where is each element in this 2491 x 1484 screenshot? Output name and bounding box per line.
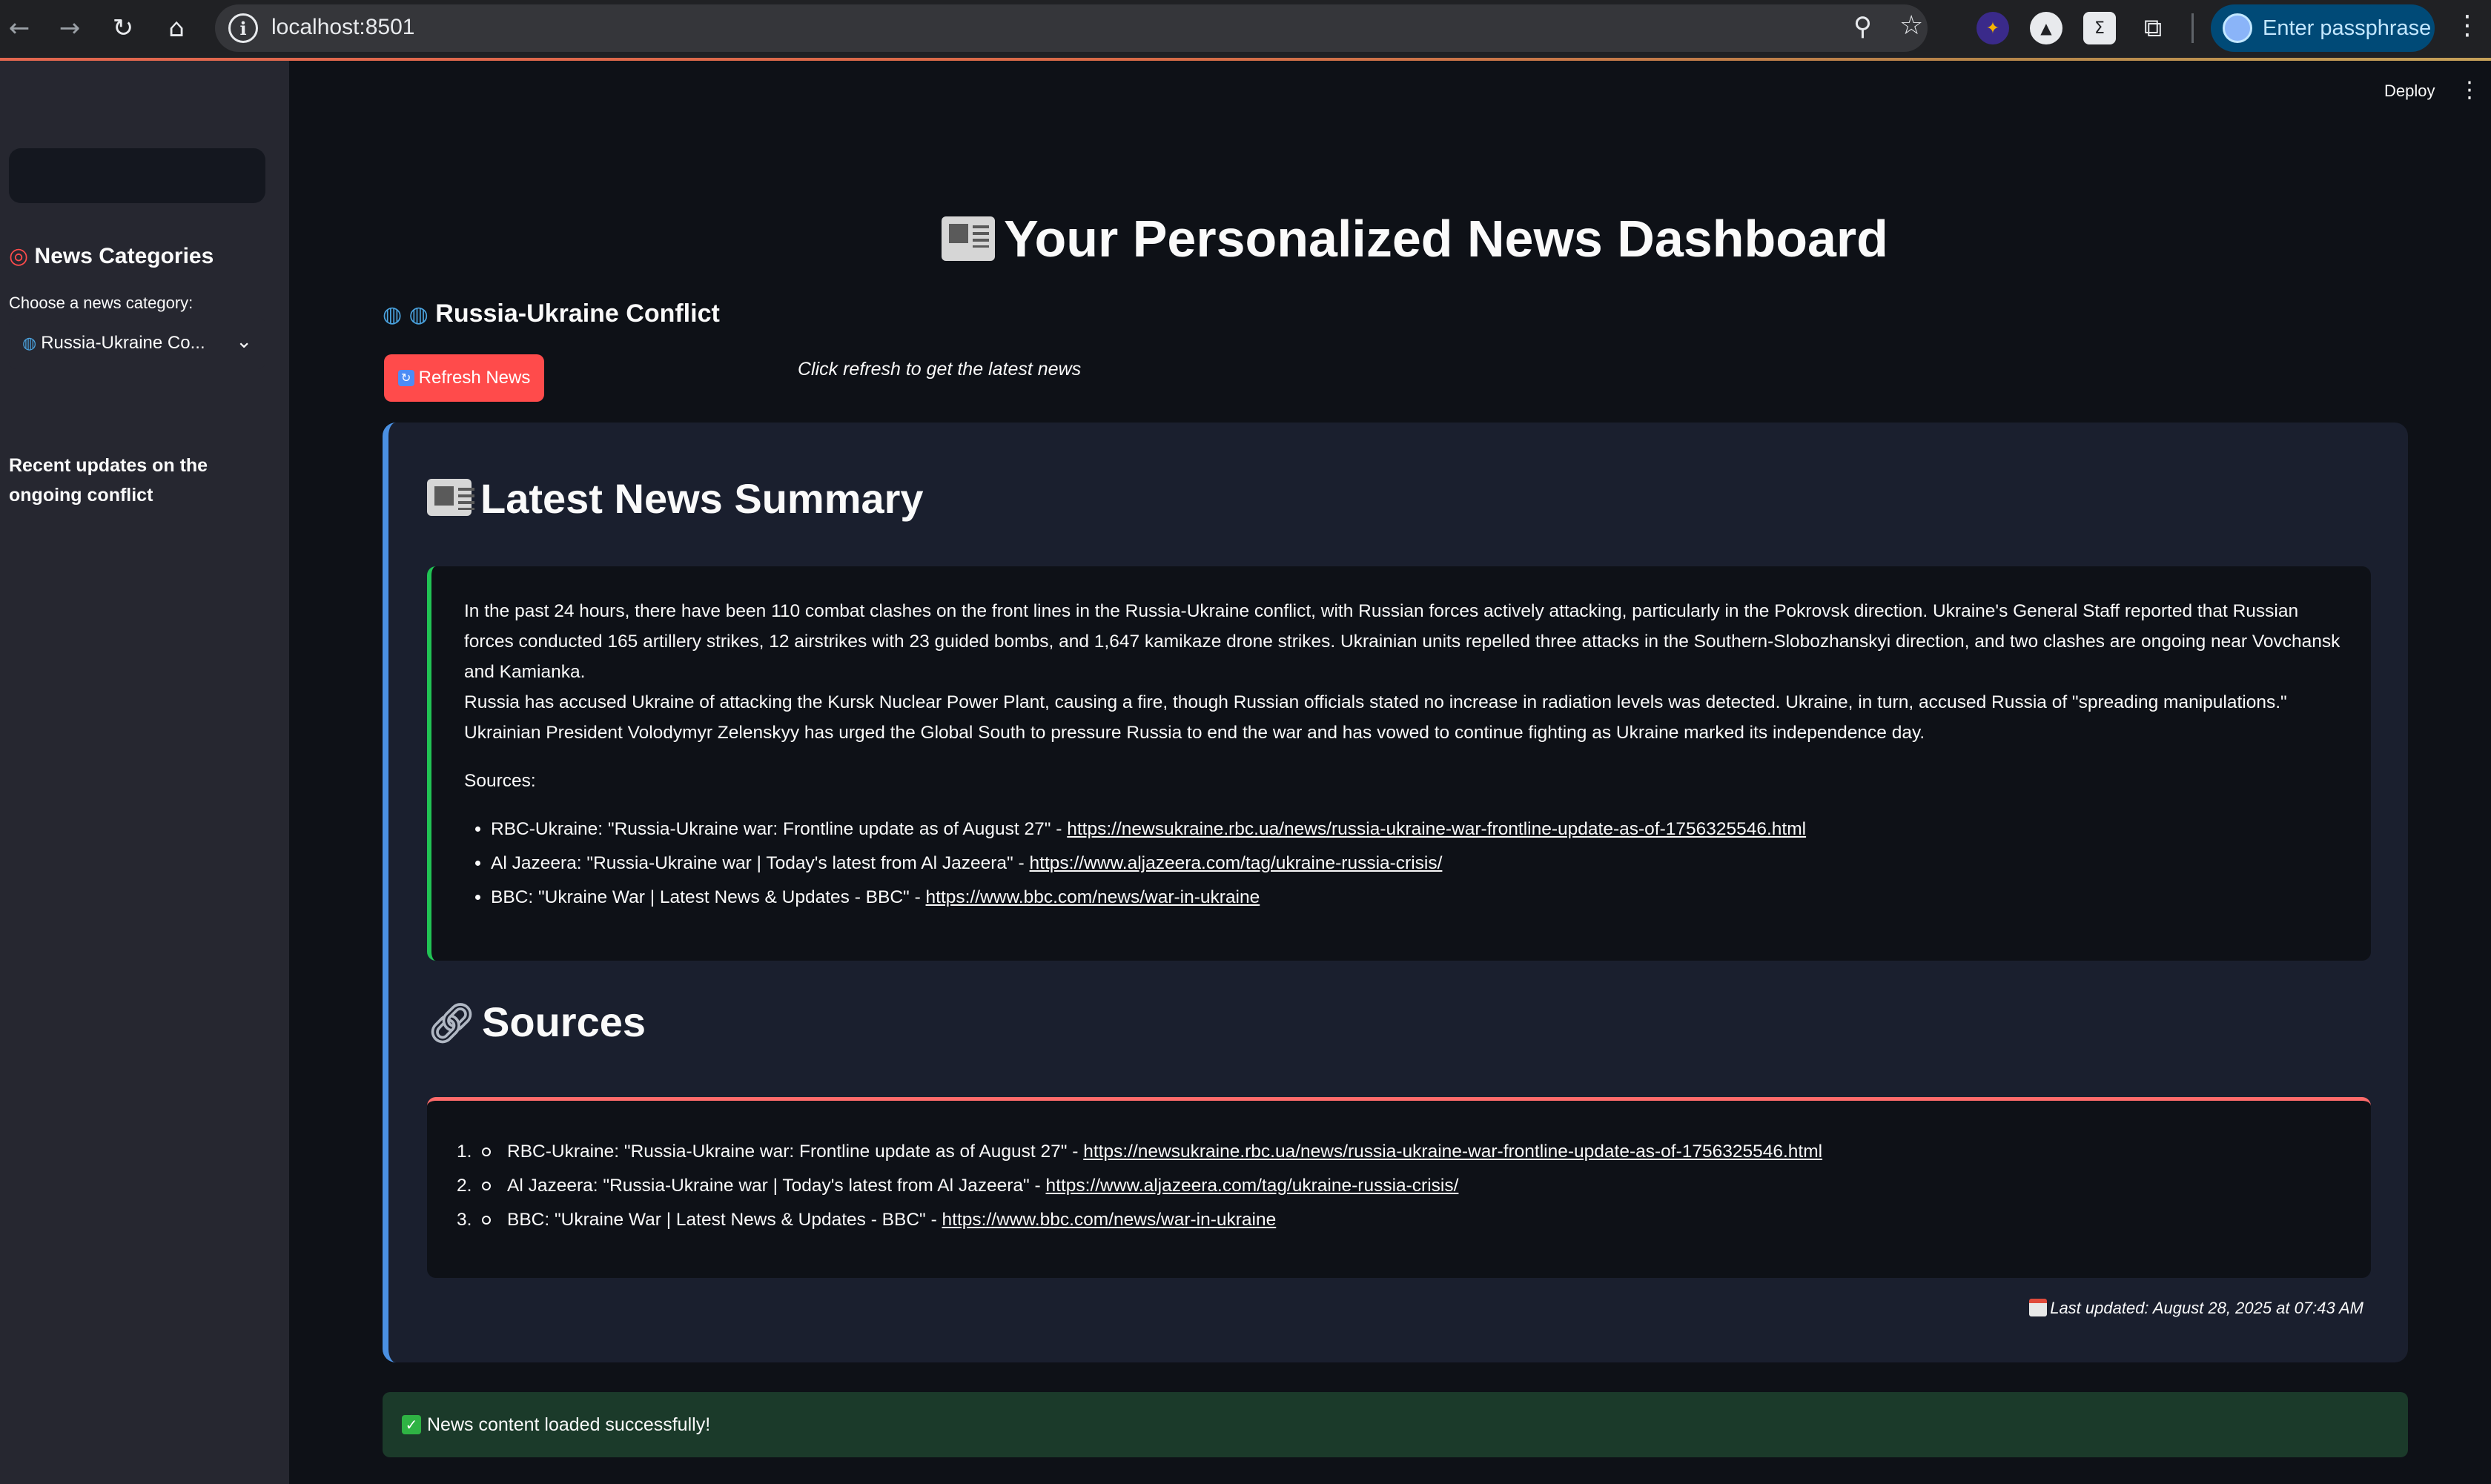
list-item: 3. BBC: "Ukraine War | Latest News & Upd… <box>457 1210 1277 1230</box>
passphrase-label: Enter passphrase <box>2263 16 2432 40</box>
refresh-hint: Click refresh to get the latest news <box>798 359 1082 380</box>
forward-icon[interactable]: → <box>50 9 89 47</box>
check-icon: ✓ <box>402 1415 421 1434</box>
list-item: 1. RBC-Ukraine: "Russia-Ukraine war: Fro… <box>457 1142 1823 1162</box>
bookmark-star-icon[interactable]: ☆ <box>1899 10 1923 41</box>
source-link[interactable]: https://www.aljazeera.com/tag/ukraine-ru… <box>1046 1176 1459 1196</box>
extension-triangle-icon[interactable]: ▲ <box>2030 12 2062 44</box>
refresh-icon: ↻ <box>397 370 414 386</box>
source-link[interactable]: https://www.aljazeera.com/tag/ukraine-ru… <box>1030 853 1443 873</box>
summary-title: Latest News Summary <box>427 474 924 523</box>
browser-toolbar: ← → ↻ ⌂ i localhost:8501 ⚲ ☆ ✦ ▲ Σ ⧉ Ent… <box>0 0 2491 58</box>
extension-sigma-icon[interactable]: Σ <box>2083 12 2116 44</box>
list-item: Al Jazeera: "Russia-Ukraine war | Today'… <box>491 847 2341 881</box>
sidebar-placeholder <box>9 148 265 203</box>
category-heading: ◍ ◍ Russia-Ukraine Conflict <box>383 299 720 328</box>
calendar-icon <box>2029 1299 2048 1316</box>
zoom-icon[interactable]: ⚲ <box>1853 12 1872 42</box>
bullet-icon <box>482 1182 491 1190</box>
sources-box: 1. RBC-Ukraine: "Russia-Ukraine war: Fro… <box>427 1097 2371 1278</box>
globe-icon: ◍ <box>22 334 37 353</box>
summary-sources-list: RBC-Ukraine: "Russia-Ukraine war: Frontl… <box>464 812 2341 915</box>
site-info-icon[interactable]: i <box>228 13 258 43</box>
profile-avatar-icon <box>2223 13 2252 43</box>
summary-paragraph: In the past 24 hours, there have been 11… <box>464 601 2341 682</box>
success-alert: ✓ News content loaded successfully! <box>383 1392 2408 1457</box>
bullet-icon <box>482 1147 491 1156</box>
browser-menu-icon[interactable]: ⋮ <box>2454 10 2481 41</box>
page-title: Your Personalized News Dashboard <box>942 209 1888 268</box>
list-item: RBC-Ukraine: "Russia-Ukraine war: Frontl… <box>491 812 2341 847</box>
home-icon[interactable]: ⌂ <box>157 9 196 47</box>
sidebar-title: ◎ News Categories <box>9 243 214 269</box>
deploy-button[interactable]: Deploy <box>2384 82 2435 101</box>
newspaper-icon <box>942 216 995 261</box>
sources-list: 1. RBC-Ukraine: "Russia-Ukraine war: Fro… <box>457 1135 2341 1237</box>
enter-passphrase-button[interactable]: Enter passphrase <box>2211 4 2435 52</box>
link-icon: 🔗︎ <box>427 1001 477 1046</box>
bullet-icon <box>482 1216 491 1225</box>
target-icon: ◎ <box>9 243 29 269</box>
list-item: 2. Al Jazeera: "Russia-Ukraine war | Tod… <box>457 1176 1459 1196</box>
list-item: BBC: "Ukraine War | Latest News & Update… <box>491 881 2341 915</box>
sidebar: ◎ News Categories Choose a news category… <box>0 61 289 1484</box>
summary-sources-label: Sources: <box>464 771 536 791</box>
toolbar-accent-line <box>0 58 2491 61</box>
back-icon[interactable]: ← <box>0 9 39 47</box>
reload-icon[interactable]: ↻ <box>104 9 142 47</box>
summary-paragraph: Russia has accused Ukraine of attacking … <box>464 692 2287 743</box>
address-bar[interactable]: i localhost:8501 ⚲ ☆ <box>215 4 1928 52</box>
url-text[interactable]: localhost:8501 <box>271 15 414 40</box>
category-description: Recent updates on the ongoing conflict <box>9 455 208 506</box>
source-link[interactable]: https://www.bbc.com/news/war-in-ukraine <box>942 1210 1277 1230</box>
globe-icon: ◍ <box>408 302 429 328</box>
extension-icon[interactable]: ✦ <box>1976 12 2009 44</box>
source-link[interactable]: https://www.bbc.com/news/war-in-ukraine <box>926 887 1260 907</box>
selected-category: Russia-Ukraine Co... <box>41 333 205 353</box>
summary-box: In the past 24 hours, there have been 11… <box>427 566 2371 961</box>
chevron-down-icon[interactable]: ⌄ <box>236 331 252 353</box>
extensions-puzzle-icon[interactable]: ⧉ <box>2137 12 2169 44</box>
globe-icon: ◍ <box>383 302 403 328</box>
category-select[interactable]: ◍ Russia-Ukraine Co... ⌄ <box>9 317 265 369</box>
last-updated: Last updated: August 28, 2025 at 07:43 A… <box>2029 1299 2363 1318</box>
app-menu-icon[interactable]: ⋮ <box>2458 77 2481 103</box>
sources-title: 🔗︎ Sources <box>427 998 646 1046</box>
newspaper-icon <box>427 479 474 516</box>
source-link[interactable]: https://newsukraine.rbc.ua/news/russia-u… <box>1083 1142 1822 1162</box>
toolbar-divider <box>2191 13 2194 43</box>
refresh-news-button[interactable]: ↻ Refresh News <box>384 354 544 402</box>
category-select-label: Choose a news category: <box>9 294 193 312</box>
source-link[interactable]: https://newsukraine.rbc.ua/news/russia-u… <box>1067 819 1806 839</box>
